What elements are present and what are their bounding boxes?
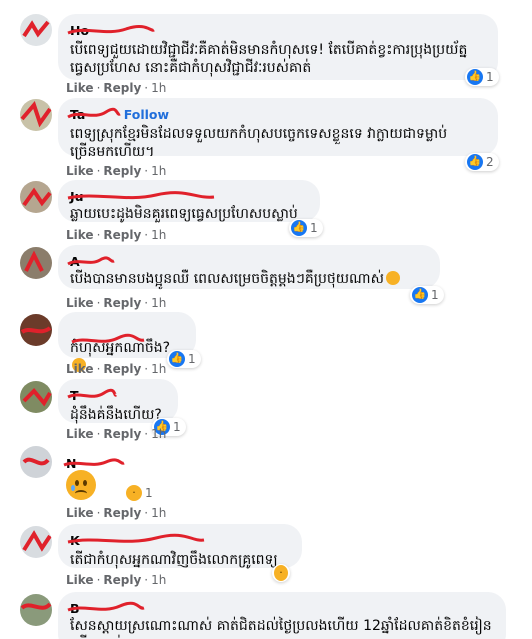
like-button[interactable]: Like (66, 81, 94, 95)
comment-actions: Like · Reply · 1h (66, 228, 167, 242)
comment-bubble: B សែនស្តាយស្រណោះណាស់ គាត់ជិតដល់ថ្ងៃប្រលង… (58, 592, 506, 639)
avatar[interactable] (20, 446, 52, 478)
like-icon: 👍 (169, 351, 185, 367)
reply-button[interactable]: Reply (103, 362, 141, 376)
comment-text: សែនស្តាយស្រណោះណាស់ គាត់ជិតដល់ថ្ងៃប្រលងហើ… (70, 618, 492, 639)
reply-button[interactable]: Reply (103, 296, 141, 310)
comment-sticker (66, 470, 96, 504)
reply-button[interactable]: Reply (103, 506, 141, 520)
avatar[interactable] (20, 99, 52, 131)
comment-actions: Like · Reply · 1h (66, 81, 167, 95)
comment-author[interactable]: Ta Follow (67, 107, 169, 123)
like-icon: 👍 (291, 220, 307, 236)
comment-feed: Ho បើពេទ្យជួយដោយវិជ្ជាជីវៈគឺគាត់មិនមានកំ… (0, 0, 532, 639)
like-button[interactable]: Like (66, 296, 94, 310)
comment-bubble: A បើងបានមានបងប្អូនឈឺ ពេលសម្រេចចិត្តម្តងៗ… (58, 245, 440, 289)
reaction-summary[interactable]: 👍 1 (289, 219, 323, 237)
like-button[interactable]: Like (66, 362, 94, 376)
comment-time[interactable]: 1h (151, 164, 166, 178)
reply-button[interactable]: Reply (103, 427, 141, 441)
comment-actions: Like · Reply · 1h (66, 296, 167, 310)
avatar[interactable] (20, 314, 52, 346)
reply-button[interactable]: Reply (103, 164, 141, 178)
like-icon: 👍 (467, 69, 483, 85)
follow-button[interactable]: Follow (124, 107, 169, 122)
reply-button[interactable]: Reply (103, 81, 141, 95)
reaction-summary[interactable]: 👍 2 (465, 153, 499, 171)
comment-author[interactable]: T (67, 388, 118, 404)
comment-author[interactable]: A (67, 254, 115, 270)
comment-bubble: Ju ឆ្លាយបេះដូងមិនគួរពេទ្យធ្វេសប្រហែសបស្ល… (58, 180, 320, 222)
comment-time[interactable]: 1h (151, 228, 166, 242)
comment-author[interactable]: Ju (67, 189, 215, 205)
comment-author[interactable]: K (67, 533, 205, 549)
comment-time[interactable]: 1h (151, 506, 166, 520)
comment-time[interactable]: 1h (151, 573, 166, 587)
comment-text: តើជាកំហុសអ្នកណាវិញចឹងលោកគ្រូពេទ្យ (70, 552, 278, 568)
like-button[interactable]: Like (66, 164, 94, 178)
comment-bubble: K តើជាកំហុសអ្នកណាវិញចឹងលោកគ្រូពេទ្យ (58, 524, 302, 568)
avatar[interactable] (20, 247, 52, 279)
comment-time[interactable]: 1h (151, 427, 166, 441)
comment-time[interactable]: 1h (151, 81, 166, 95)
comment-bubble: T ដុំនឹងគ់នឹងហើយ? (58, 379, 178, 423)
comment-text: ដុំនឹងគ់នឹងហើយ? (70, 407, 162, 423)
comment-bubble: Ta Follow ពេទ្យស្រុកខ្មែរមិនដែលទទួលយកកំហ… (58, 98, 498, 160)
comment-time[interactable]: 1h (151, 296, 166, 310)
sad-emoji-icon (66, 470, 96, 500)
reaction-summary[interactable]: 👍 1 (465, 68, 499, 86)
like-button[interactable]: Like (66, 506, 94, 520)
comment-text: ឆ្លាយបេះដូងមិនគួរពេទ្យធ្វេសប្រហែសបស្លាប់ (70, 206, 298, 222)
avatar[interactable] (20, 526, 52, 558)
sad-icon: · (126, 485, 142, 501)
like-button[interactable]: Like (66, 427, 94, 441)
comment-actions: Like · Reply · 1h (66, 573, 167, 587)
comment-actions: Like · Reply · 1h (66, 164, 167, 178)
comment-text: បើងបានមានបងប្អូនឈឺ ពេលសម្រេចចិត្តម្តងៗគឺ… (70, 270, 428, 288)
avatar[interactable] (20, 381, 52, 413)
reaction-summary[interactable]: · (272, 564, 290, 582)
comment-actions: Like · Reply · 1h (66, 427, 167, 441)
avatar[interactable] (20, 594, 52, 626)
comment-actions: Like · Reply · 1h (66, 506, 167, 520)
comment-actions: Like · Reply · 1h (66, 362, 167, 376)
like-button[interactable]: Like (66, 573, 94, 587)
reaction-summary[interactable]: 👍 1 (167, 350, 201, 368)
comment-bubble: Ho បើពេទ្យជួយដោយវិជ្ជាជីវៈគឺគាត់មិនមានកំ… (58, 14, 498, 80)
sad-icon (385, 271, 400, 285)
like-button[interactable]: Like (66, 228, 94, 242)
avatar[interactable] (20, 14, 52, 46)
reply-button[interactable]: Reply (103, 228, 141, 242)
comment-text: បើពេទ្យជួយដោយវិជ្ជាជីវៈគឺគាត់មិនមានកំហុស… (70, 42, 468, 76)
like-icon: 👍 (412, 287, 428, 303)
comment-author[interactable]: B (67, 601, 145, 617)
comment-text: ពេទ្យស្រុកខ្មែរមិនដែលទទួលយកកំហុសបច្ចេកទេ… (70, 126, 448, 160)
reaction-summary[interactable]: 👍 1 (410, 286, 444, 304)
reaction-summary[interactable]: · 1 (124, 484, 158, 502)
avatar[interactable] (20, 181, 52, 213)
reply-button[interactable]: Reply (103, 573, 141, 587)
comment-time[interactable]: 1h (151, 362, 166, 376)
comment-author[interactable]: Ho (67, 23, 155, 39)
like-icon: 👍 (467, 154, 483, 170)
sad-icon: · (274, 565, 288, 581)
